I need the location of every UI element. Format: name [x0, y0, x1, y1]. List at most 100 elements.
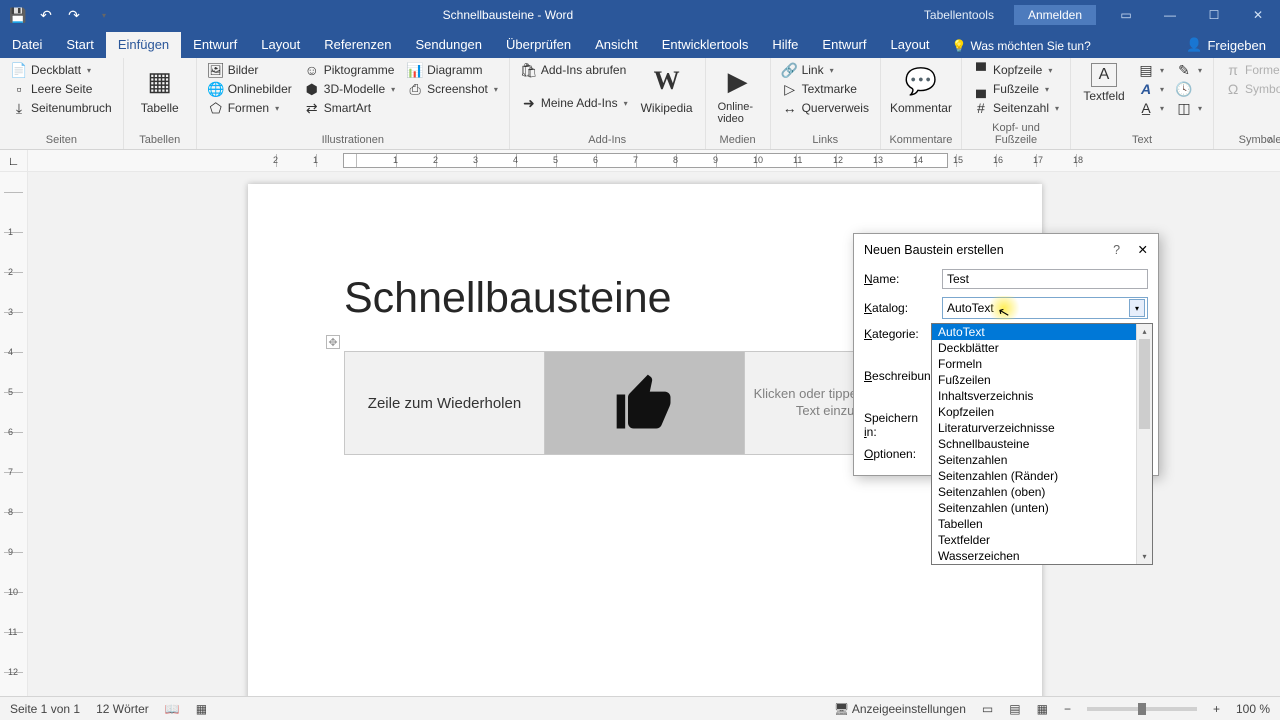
tab-sendungen[interactable]: Sendungen: [404, 32, 495, 58]
dialog-help-icon[interactable]: ?: [1113, 243, 1120, 257]
wordart-button[interactable]: A▾: [1135, 80, 1167, 98]
minimize-icon[interactable]: —: [1148, 0, 1192, 30]
close-window-icon[interactable]: ✕: [1236, 0, 1280, 30]
redo-icon[interactable]: ↷: [66, 7, 82, 23]
dropdown-scrollbar[interactable]: ▴ ▾: [1136, 324, 1152, 564]
tab-context-layout[interactable]: Layout: [879, 32, 942, 58]
tab-entwurf[interactable]: Entwurf: [181, 32, 249, 58]
table-move-handle-icon[interactable]: ✥: [326, 335, 340, 349]
dropdown-item[interactable]: Seitenzahlen (Ränder): [932, 468, 1152, 484]
fusszeile-button[interactable]: ▄Fußzeile▾: [970, 80, 1062, 98]
dropdown-item[interactable]: Inhaltsverzeichnis: [932, 388, 1152, 404]
ribbon-options-icon[interactable]: ▭: [1104, 0, 1148, 30]
dropdown-item[interactable]: Seitenzahlen (oben): [932, 484, 1152, 500]
querverweis-button[interactable]: ↔Querverweis: [779, 99, 872, 117]
katalog-dropdown-button[interactable]: ▾: [1129, 299, 1145, 317]
collapse-ribbon-icon[interactable]: ˄: [1268, 135, 1274, 147]
scroll-down-icon[interactable]: ▾: [1137, 549, 1152, 564]
dropdown-item[interactable]: Deckblätter: [932, 340, 1152, 356]
tab-entwicklertools[interactable]: Entwicklertools: [650, 32, 761, 58]
dropdown-item[interactable]: Kopfzeilen: [932, 404, 1152, 420]
meine-addins-button[interactable]: ➜Meine Add-Ins▾: [518, 94, 631, 112]
formen-button[interactable]: ⬠Formen▾: [205, 99, 295, 117]
kopfzeile-button[interactable]: ▀Kopfzeile▾: [970, 61, 1062, 79]
view-read-icon[interactable]: ▤: [1009, 702, 1020, 716]
3d-modelle-button[interactable]: ⬢3D-Modelle▾: [301, 80, 398, 98]
seitenzahl-button[interactable]: #Seitenzahl▾: [970, 99, 1062, 117]
piktogramme-button[interactable]: ☺Piktogramme: [301, 61, 398, 79]
dropdown-item[interactable]: Formeln: [932, 356, 1152, 372]
formel-button[interactable]: πFormel▾: [1222, 61, 1280, 79]
smartart-button[interactable]: ⇄SmartArt: [301, 99, 398, 117]
status-words[interactable]: 12 Wörter: [96, 702, 149, 716]
status-page[interactable]: Seite 1 von 1: [10, 702, 80, 716]
tabstop-selector[interactable]: ∟: [0, 150, 28, 171]
store-icon: 🛍: [521, 62, 537, 78]
onlinevideo-button[interactable]: ▶Online-video: [714, 61, 762, 127]
datetime-button[interactable]: 🕓: [1173, 80, 1205, 98]
signature-button[interactable]: ✎▾: [1173, 61, 1205, 79]
wikipedia-button[interactable]: WWikipedia: [637, 61, 697, 117]
link-button[interactable]: 🔗Link▾: [779, 61, 872, 79]
signin-button[interactable]: Anmelden: [1014, 5, 1096, 25]
table-cell-1[interactable]: Zeile zum Wiederholen: [345, 352, 545, 454]
qat-customize-icon[interactable]: ▾: [96, 7, 112, 23]
dropcap-button[interactable]: A̲▾: [1135, 99, 1167, 117]
dropdown-item[interactable]: Schnellbausteine: [932, 436, 1152, 452]
macro-icon[interactable]: ▦: [196, 702, 207, 716]
tell-me-search[interactable]: 💡Was möchten Sie tun?: [942, 34, 1101, 58]
textmarke-button[interactable]: ▷Textmarke: [779, 80, 872, 98]
object-button[interactable]: ◫▾: [1173, 99, 1205, 117]
zoom-in-button[interactable]: +: [1213, 702, 1220, 716]
zoom-out-button[interactable]: −: [1064, 702, 1071, 716]
dropdown-item[interactable]: Literaturverzeichnisse: [932, 420, 1152, 436]
name-input[interactable]: [942, 269, 1148, 289]
dropdown-item[interactable]: Wasserzeichen: [932, 548, 1152, 564]
symbol-button[interactable]: ΩSymbol▾: [1222, 80, 1280, 98]
dropdown-item[interactable]: Tabellen: [932, 516, 1152, 532]
scroll-up-icon[interactable]: ▴: [1137, 324, 1152, 339]
addins-abrufen-button[interactable]: 🛍Add-Ins abrufen: [518, 61, 631, 79]
tab-referenzen[interactable]: Referenzen: [312, 32, 403, 58]
screenshot-button[interactable]: ⎙Screenshot▾: [404, 80, 501, 98]
textfeld-button[interactable]: ATextfeld: [1079, 61, 1129, 105]
deckblatt-button[interactable]: 📄Deckblatt▾: [8, 61, 115, 79]
katalog-combobox[interactable]: AutoText ▾ ↖: [942, 297, 1148, 319]
proofing-icon[interactable]: 📖: [165, 702, 180, 716]
dropdown-item[interactable]: AutoText: [932, 324, 1152, 340]
dropdown-item[interactable]: Textfelder: [932, 532, 1152, 548]
scroll-thumb[interactable]: [1139, 339, 1150, 429]
horizontal-ruler[interactable]: ∟ 21123456789101112131415161718: [0, 150, 1280, 172]
diagramm-button[interactable]: 📊Diagramm: [404, 61, 501, 79]
dialog-close-icon[interactable]: ✕: [1138, 243, 1148, 257]
seitenumbruch-button[interactable]: ⤓Seitenumbruch: [8, 99, 115, 117]
tab-ueberpruefen[interactable]: Überprüfen: [494, 32, 583, 58]
display-settings-button[interactable]: 🖥 Anzeigeeinstellungen: [834, 702, 966, 716]
tab-datei[interactable]: Datei: [0, 32, 54, 58]
tab-layout[interactable]: Layout: [249, 32, 312, 58]
dropdown-item[interactable]: Seitenzahlen (unten): [932, 500, 1152, 516]
zoom-slider[interactable]: [1087, 707, 1197, 711]
bilder-button[interactable]: 🖼Bilder: [205, 61, 295, 79]
maximize-icon[interactable]: ☐: [1192, 0, 1236, 30]
dropdown-item[interactable]: Seitenzahlen: [932, 452, 1152, 468]
kommentar-button[interactable]: 💬Kommentar: [889, 61, 953, 117]
tab-hilfe[interactable]: Hilfe: [760, 32, 810, 58]
tab-start[interactable]: Start: [54, 32, 105, 58]
leere-seite-button[interactable]: ▫Leere Seite: [8, 80, 115, 98]
save-icon[interactable]: 💾: [10, 7, 26, 23]
quickparts-button[interactable]: ▤▾: [1135, 61, 1167, 79]
tab-ansicht[interactable]: Ansicht: [583, 32, 650, 58]
dropdown-item[interactable]: Fußzeilen: [932, 372, 1152, 388]
tab-context-entwurf[interactable]: Entwurf: [810, 32, 878, 58]
zoom-level[interactable]: 100 %: [1236, 702, 1270, 716]
view-web-icon[interactable]: ▦: [1037, 702, 1048, 716]
tabelle-button[interactable]: ▦Tabelle: [132, 61, 188, 117]
undo-icon[interactable]: ↶: [38, 7, 54, 23]
onlinebilder-button[interactable]: 🌐Onlinebilder: [205, 80, 295, 98]
table-cell-2[interactable]: [545, 352, 745, 454]
view-print-icon[interactable]: ▭: [982, 702, 993, 716]
tab-einfuegen[interactable]: Einfügen: [106, 32, 181, 58]
share-button[interactable]: 👤Freigeben: [1172, 32, 1280, 58]
vertical-ruler[interactable]: 123456789101112: [0, 172, 28, 696]
